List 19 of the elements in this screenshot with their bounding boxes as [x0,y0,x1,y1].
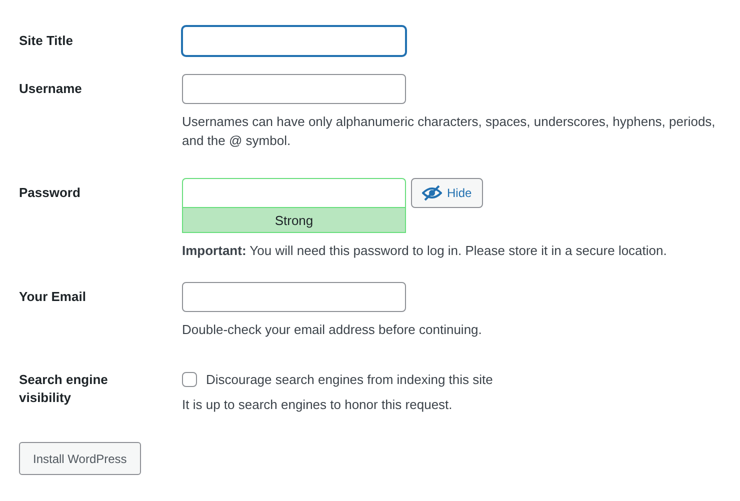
text-input-field[interactable] [182,26,406,56]
checkbox-label: Discourage search engines from indexing this site [206,372,493,387]
hide-password-button[interactable]: Hide [411,178,483,208]
install-button[interactable]: Install WordPress [19,442,141,475]
text-input-field[interactable] [182,282,406,312]
password-strength-meter: Strong [182,207,406,233]
field-label: Search engine visibility [19,371,109,407]
checkbox[interactable] [182,372,197,387]
help-text: Important: You will need this password to log in. Please store it in a secure location. [182,242,667,260]
help-text: It is up to search engines to honor this request. [182,396,452,414]
password-field[interactable] [182,178,406,207]
field-label: Username [19,80,83,98]
field-label: Your Email [19,288,87,306]
text-input-field[interactable] [182,74,406,104]
help-text: Usernames can have only alphanumeric characters, spaces, underscores, hyphens, periods, and the @ symbol. [182,113,716,150]
field-label: Password [19,184,82,202]
help-text: Double-check your email address before continuing. [182,321,482,339]
field-label: Site Title [19,32,74,50]
eye-slash-icon [422,185,442,201]
